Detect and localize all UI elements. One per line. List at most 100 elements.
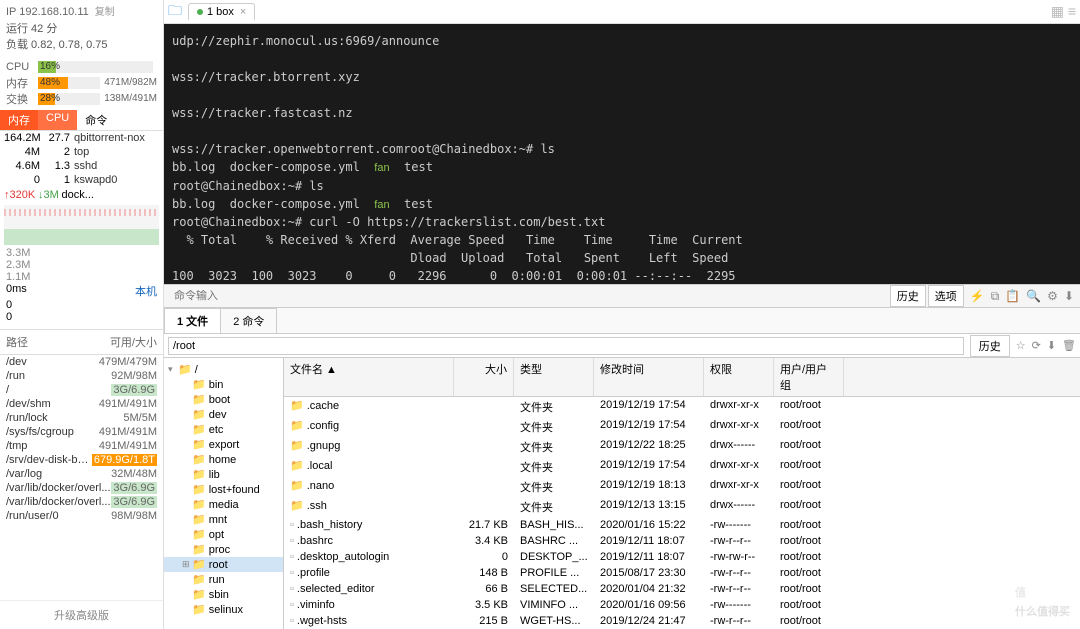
tree-item[interactable]: 📁proc [164, 542, 283, 557]
tree-item[interactable]: 📁export [164, 437, 283, 452]
col-name[interactable]: 文件名 ▲ [284, 358, 454, 396]
file-row[interactable]: 📁.config文件夹2019/12/19 17:54drwxr-xr-xroo… [284, 417, 1080, 437]
tree-item[interactable]: 📁etc [164, 422, 283, 437]
file-row[interactable]: ▫.viminfo3.5 KBVIMINFO ...2020/01/16 09:… [284, 597, 1080, 613]
file-row[interactable]: 📁.local文件夹2019/12/19 17:54drwxr-xr-xroot… [284, 457, 1080, 477]
file-row[interactable]: 📁.cache文件夹2019/12/19 17:54drwxr-xr-xroot… [284, 397, 1080, 417]
tree-root[interactable]: ▾📁/ [164, 362, 283, 377]
bookmark-icon[interactable]: ☆ [1016, 339, 1026, 352]
refresh-icon[interactable]: ⟳ [1032, 339, 1041, 352]
path-row[interactable]: /run92M/98M [0, 369, 163, 383]
tab-memory[interactable]: 内存 [0, 110, 38, 130]
gear-icon[interactable]: ⚙ [1047, 289, 1058, 303]
options-button[interactable]: 选项 [928, 285, 964, 307]
swap-label: 交换 [6, 91, 34, 107]
tab-commands[interactable]: 2 命令 [220, 308, 277, 333]
path-row[interactable]: /var/log32M/48M [0, 467, 163, 481]
path-row[interactable]: /var/lib/docker/overl...3G/6.9G [0, 481, 163, 495]
mid-tabs: 1 文件 2 命令 [164, 308, 1080, 334]
path-row[interactable]: /run/user/098M/98M [0, 509, 163, 523]
latency: 0ms [6, 283, 27, 299]
tab-cpu[interactable]: CPU [38, 110, 77, 130]
col-size[interactable]: 大小 [454, 358, 514, 396]
system-info: IP 192.168.10.11复制 运行 42 分 负载 0.82, 0.78… [0, 0, 163, 58]
tree-item[interactable]: 📁selinux [164, 602, 283, 617]
path-row[interactable]: /run/lock5M/5M [0, 411, 163, 425]
top-bar: 🗀 1 box × ▦ ≡ [164, 0, 1080, 24]
tree-item[interactable]: 📁mnt [164, 512, 283, 527]
view-grid-icon[interactable]: ▦ ≡ [1051, 3, 1076, 20]
net-upload: ↑320K [4, 189, 35, 201]
file-row[interactable]: 📁.gnupg文件夹2019/12/22 18:25drwx------root… [284, 437, 1080, 457]
path-row[interactable]: /dev479M/479M [0, 355, 163, 369]
path-history-button[interactable]: 历史 [970, 335, 1010, 357]
file-row[interactable]: 📁.ssh文件夹2019/12/13 13:15drwx------root/r… [284, 497, 1080, 517]
file-row[interactable]: ▫.selected_editor66 BSELECTED...2020/01/… [284, 581, 1080, 597]
process-row[interactable]: 4.6M1.3sshd [0, 159, 163, 173]
process-row[interactable]: 4M2top [0, 145, 163, 159]
copy-icon[interactable]: ⧉ [991, 289, 1000, 304]
ip-address: IP 192.168.10.11 [6, 6, 89, 18]
col-type[interactable]: 类型 [514, 358, 594, 396]
process-row[interactable]: 164.2M27.7qbittorrent-nox [0, 131, 163, 145]
trash-icon[interactable]: 🗑 [1062, 339, 1076, 352]
file-row[interactable]: ▫.bashrc3.4 KBBASHRC ...2019/12/11 18:07… [284, 533, 1080, 549]
tree-item[interactable]: 📁opt [164, 527, 283, 542]
home-icon[interactable]: 🗀 [168, 0, 182, 24]
path-row[interactable]: /sys/fs/cgroup491M/491M [0, 425, 163, 439]
tree-item[interactable]: 📁sbin [164, 587, 283, 602]
path-row[interactable]: /3G/6.9G [0, 383, 163, 397]
network-row: ↑320K ↓3M dock... [0, 187, 163, 203]
history-button[interactable]: 历史 [890, 285, 926, 307]
path-row[interactable]: /tmp491M/491M [0, 439, 163, 453]
col-perm[interactable]: 权限 [704, 358, 774, 396]
tree-item[interactable]: ⊞📁root [164, 557, 283, 572]
file-header[interactable]: 文件名 ▲ 大小 类型 修改时间 权限 用户/用户组 [284, 358, 1080, 397]
tab-files[interactable]: 1 文件 [164, 308, 221, 333]
tree-item[interactable]: 📁boot [164, 392, 283, 407]
tree-item[interactable]: 📁run [164, 572, 283, 587]
file-row[interactable]: ▫.wget-hsts215 BWGET-HS...2019/12/24 21:… [284, 613, 1080, 629]
resource-bars: CPU 16% 内存 48% 471M/982M 交换 28% 138M/491… [0, 58, 163, 110]
tab-command[interactable]: 命令 [77, 110, 115, 130]
cpu-bar: 16% [38, 61, 153, 73]
bolt-icon[interactable]: ⚡ [970, 289, 985, 303]
file-row[interactable]: ▫.desktop_autologin0DESKTOP_...2019/12/1… [284, 549, 1080, 565]
tree-item[interactable]: 📁media [164, 497, 283, 512]
tree-item[interactable]: 📁home [164, 452, 283, 467]
copy-button[interactable]: 复制 [95, 7, 115, 18]
paste-icon[interactable]: 📋 [1005, 289, 1020, 303]
col-date[interactable]: 修改时间 [594, 358, 704, 396]
tree-item[interactable]: 📁bin [164, 377, 283, 392]
col-owner[interactable]: 用户/用户组 [774, 358, 844, 396]
file-row[interactable]: ▫.bash_history21.7 KBBASH_HIS...2020/01/… [284, 517, 1080, 533]
close-icon[interactable]: × [240, 6, 246, 18]
tree-item[interactable]: 📁dev [164, 407, 283, 422]
file-row[interactable]: ▫.profile148 BPROFILE ...2015/08/17 23:3… [284, 565, 1080, 581]
traffic-chart [4, 205, 159, 245]
mem-bar: 48% [38, 77, 100, 89]
host-link[interactable]: 本机 [135, 283, 157, 299]
cpu-label: CPU [6, 61, 34, 73]
session-tab[interactable]: 1 box × [188, 3, 255, 20]
swap-bar: 28% [38, 93, 100, 105]
download-file-icon[interactable]: ⬇ [1047, 339, 1056, 352]
path-input[interactable] [168, 337, 964, 355]
main-area: 🗀 1 box × ▦ ≡ udp://zephir.monocul.us:69… [164, 0, 1080, 629]
folder-tree[interactable]: ▾📁/📁bin📁boot📁dev📁etc📁export📁home📁lib📁los… [164, 358, 284, 629]
net-download: ↓3M [38, 189, 59, 201]
process-row[interactable]: 01kswapd0 [0, 173, 163, 187]
path-row[interactable]: /var/lib/docker/overl...3G/6.9G [0, 495, 163, 509]
paths-header: 路径可用/大小 [0, 329, 163, 355]
path-row[interactable]: /srv/dev-disk-by-lab...679.9G/1.8T [0, 453, 163, 467]
upgrade-link[interactable]: 升级高级版 [0, 600, 163, 629]
file-row[interactable]: 📁.nano文件夹2019/12/19 18:13drwxr-xr-xroot/… [284, 477, 1080, 497]
command-input[interactable] [170, 290, 888, 302]
download-icon[interactable]: ⬇ [1064, 289, 1074, 303]
path-row[interactable]: /dev/shm491M/491M [0, 397, 163, 411]
path-bar: 历史 ☆ ⟳ ⬇ 🗑 [164, 334, 1080, 358]
search-icon[interactable]: 🔍 [1026, 289, 1041, 303]
tree-item[interactable]: 📁lost+found [164, 482, 283, 497]
terminal[interactable]: udp://zephir.monocul.us:6969/announce ws… [164, 24, 1080, 284]
tree-item[interactable]: 📁lib [164, 467, 283, 482]
